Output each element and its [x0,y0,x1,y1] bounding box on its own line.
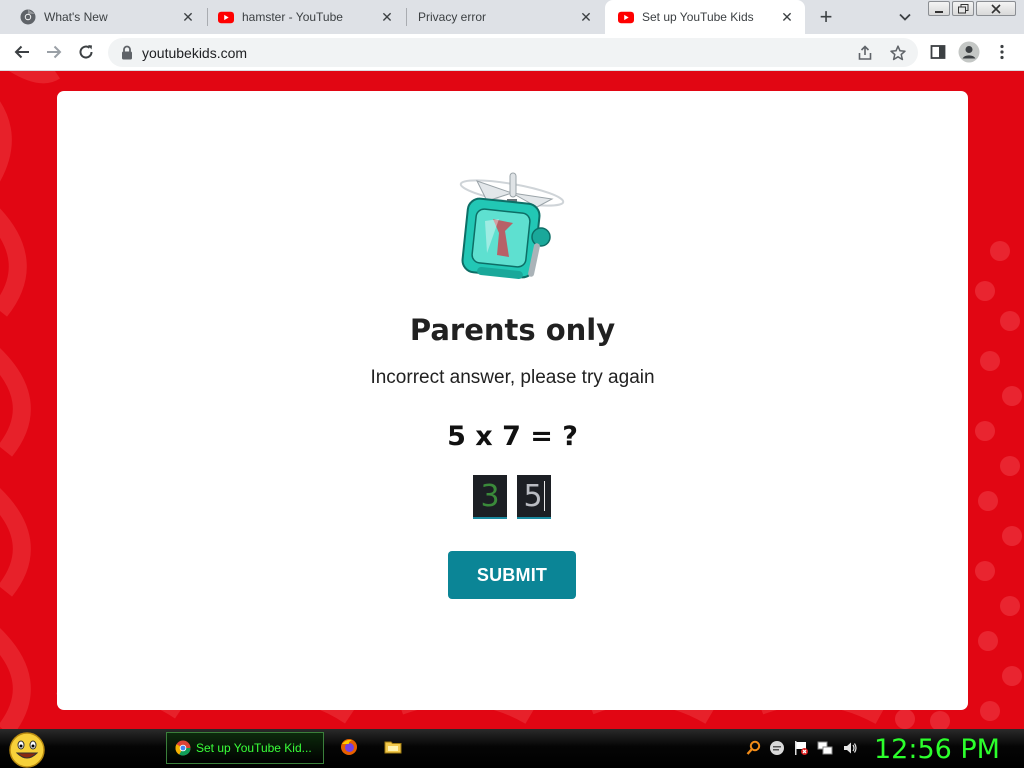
browser-toolbar: youtubekids.com [0,34,1024,71]
parents-only-card: Parents only Incorrect answer, please tr… [57,91,968,710]
side-panel-button[interactable] [926,40,950,64]
page-viewport: Parents only Incorrect answer, please tr… [0,71,1024,729]
text-caret [543,481,545,511]
arrow-left-icon [14,45,29,59]
tab-whats-new[interactable]: What's New ✕ [0,0,206,34]
firefox-icon [341,739,357,755]
close-icon[interactable]: ✕ [578,9,594,25]
back-button[interactable] [10,40,34,64]
restore-button[interactable] [952,1,974,16]
minimize-icon [935,10,943,13]
close-icon[interactable]: ✕ [180,9,196,25]
folder-icon [384,741,402,754]
answer-digit-2[interactable]: 5 [517,475,551,519]
explorer-launcher[interactable] [383,737,403,757]
star-icon [890,45,906,61]
tray-action-center[interactable] [793,740,809,756]
close-icon[interactable]: ✕ [779,9,795,25]
submit-button[interactable]: SUBMIT [448,551,576,599]
chrome-icon [175,740,191,756]
answer-digit-2-value: 5 [523,478,543,514]
close-icon [991,3,1001,14]
tab-strip: What's New ✕ hamster - YouTube ✕ Privacy… [0,0,1024,34]
chevron-down-icon [899,13,911,21]
youtube-kids-robot-icon [459,172,565,279]
kebab-menu-icon [1000,44,1004,60]
youtube-icon [618,9,634,25]
tab-title: Privacy error [418,10,487,24]
tray-network[interactable] [817,740,833,756]
chrome-icon [20,9,36,25]
minimize-button[interactable] [928,1,950,16]
flag-icon [795,741,808,755]
tray-search[interactable] [746,740,762,756]
chat-icon [770,741,784,755]
taskbar-item-label: Set up YouTube Kid... [196,741,312,755]
math-question: 5 x 7 = ? [447,421,578,452]
firefox-launcher[interactable] [339,737,359,757]
tab-title: Set up YouTube Kids [642,10,754,24]
tab-setup-youtube-kids[interactable]: Set up YouTube Kids ✕ [605,0,805,34]
taskbar-item-chrome[interactable]: Set up YouTube Kid... [166,732,324,764]
start-button-smiley-icon[interactable] [7,730,47,768]
youtube-icon [218,9,234,25]
address-bar[interactable]: youtubekids.com [108,38,918,67]
tab-hamster-youtube[interactable]: hamster - YouTube ✕ [198,0,405,34]
answer-digit-1-value: 3 [480,478,500,514]
reload-icon [79,45,93,59]
tray-volume[interactable] [842,740,858,756]
taskbar-clock[interactable]: 12:56 PM [874,732,1004,766]
tray-messenger[interactable] [769,740,785,756]
taskbar: Set up YouTube Kid... 12:56 PM [0,729,1024,768]
share-button[interactable] [854,42,876,64]
side-panel-icon [930,45,946,59]
reload-button[interactable] [74,40,98,64]
lock-icon[interactable] [120,45,134,60]
tab-privacy-error[interactable]: Privacy error ✕ [398,0,604,34]
arrow-right-icon [47,45,62,59]
url-text[interactable]: youtubekids.com [142,45,247,61]
new-tab-button[interactable]: + [812,4,840,30]
forward-button[interactable] [42,40,66,64]
window-close-button[interactable] [976,1,1016,16]
tab-search-button[interactable] [893,6,917,28]
restore-icon [957,3,968,13]
answer-digit-1[interactable]: 3 [473,475,507,519]
window-controls [928,1,1016,17]
avatar-icon [958,41,980,63]
tab-title: What's New [44,10,108,24]
network-icon [817,741,833,755]
tab-title: hamster - YouTube [242,10,343,24]
page-title: Parents only [409,313,616,347]
bookmark-button[interactable] [887,42,909,64]
share-icon [858,45,872,60]
error-message: Incorrect answer, please try again [370,367,655,388]
close-icon[interactable]: ✕ [379,9,395,25]
speaker-icon [844,742,857,754]
menu-button[interactable] [990,40,1014,64]
profile-button[interactable] [957,40,981,64]
magnifier-icon [746,740,761,755]
